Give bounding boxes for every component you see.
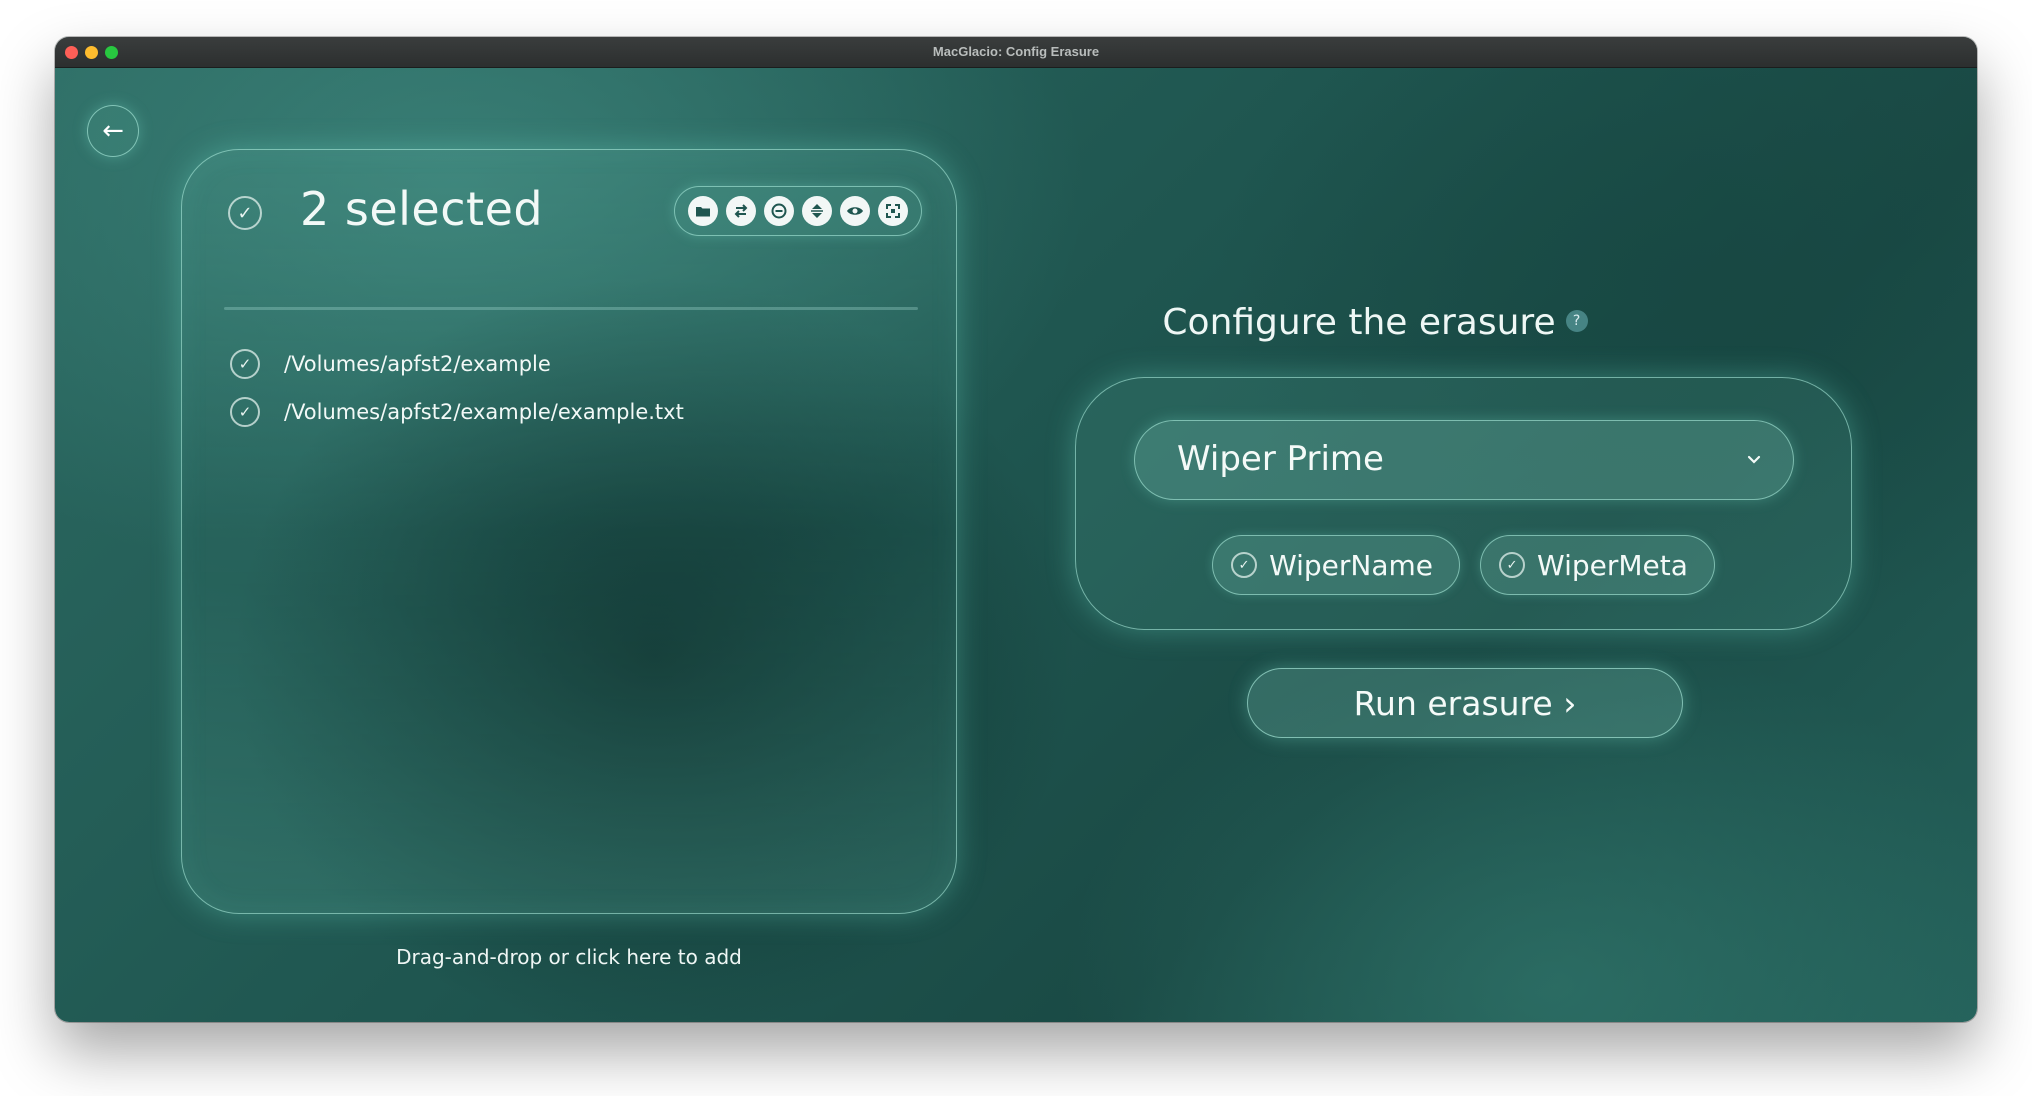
wiper-options: ✓ WiperName ✓ WiperMeta (1076, 535, 1851, 595)
help-icon[interactable]: ? (1565, 310, 1588, 332)
arrow-left-icon: ← (102, 116, 124, 146)
folder-icon[interactable] (688, 196, 718, 226)
check-icon: ✓ (1231, 552, 1258, 578)
option-wipername[interactable]: ✓ WiperName (1212, 535, 1461, 595)
divider (224, 307, 918, 310)
file-path: /Volumes/apfst2/example/example.txt (284, 400, 684, 424)
run-erasure-button[interactable]: Run erasure › (1247, 668, 1683, 738)
file-list: ✓ /Volumes/apfst2/example ✓ /Volumes/apf… (230, 340, 926, 436)
list-item[interactable]: ✓ /Volumes/apfst2/example (230, 340, 926, 388)
select-all-check-icon[interactable]: ✓ (228, 196, 262, 230)
list-item[interactable]: ✓ /Volumes/apfst2/example/example.txt (230, 388, 926, 436)
swap-icon[interactable] (726, 196, 756, 226)
eye-icon[interactable] (840, 196, 870, 226)
back-button[interactable]: ← (87, 105, 139, 157)
select-all-icon[interactable] (878, 196, 908, 226)
check-icon[interactable]: ✓ (230, 349, 260, 379)
window-title: MacGlacio: Config Erasure (932, 44, 1100, 59)
check-icon[interactable]: ✓ (230, 397, 260, 427)
option-wipermeta[interactable]: ✓ WiperMeta (1480, 535, 1715, 595)
chevron-down-icon (1747, 455, 1761, 464)
selection-count: 2 selected (300, 182, 544, 236)
option-label: WiperName (1269, 548, 1434, 582)
option-label: WiperMeta (1537, 548, 1688, 582)
config-title: Configure the erasure? (1075, 302, 1675, 343)
erasure-config-panel: Wiper Prime ✓ WiperName ✓ WiperMeta (1075, 377, 1852, 630)
wiper-selected-value: Wiper Prime (1177, 439, 1384, 479)
check-icon: ✓ (1499, 552, 1526, 578)
file-selection-panel[interactable]: ✓ 2 selected ✓ /Volumes/apfst2/example ✓… (181, 149, 957, 914)
sort-icon[interactable] (802, 196, 832, 226)
drop-hint[interactable]: Drag-and-drop or click here to add (181, 945, 957, 969)
file-path: /Volumes/apfst2/example (284, 352, 551, 376)
app-window: MacGlacio: Config Erasure ← ✓ 2 selected (55, 37, 1977, 1022)
title-bar: MacGlacio: Config Erasure (55, 37, 1977, 68)
file-toolbar (674, 186, 922, 236)
wiper-select[interactable]: Wiper Prime (1134, 420, 1794, 500)
remove-icon[interactable] (764, 196, 794, 226)
